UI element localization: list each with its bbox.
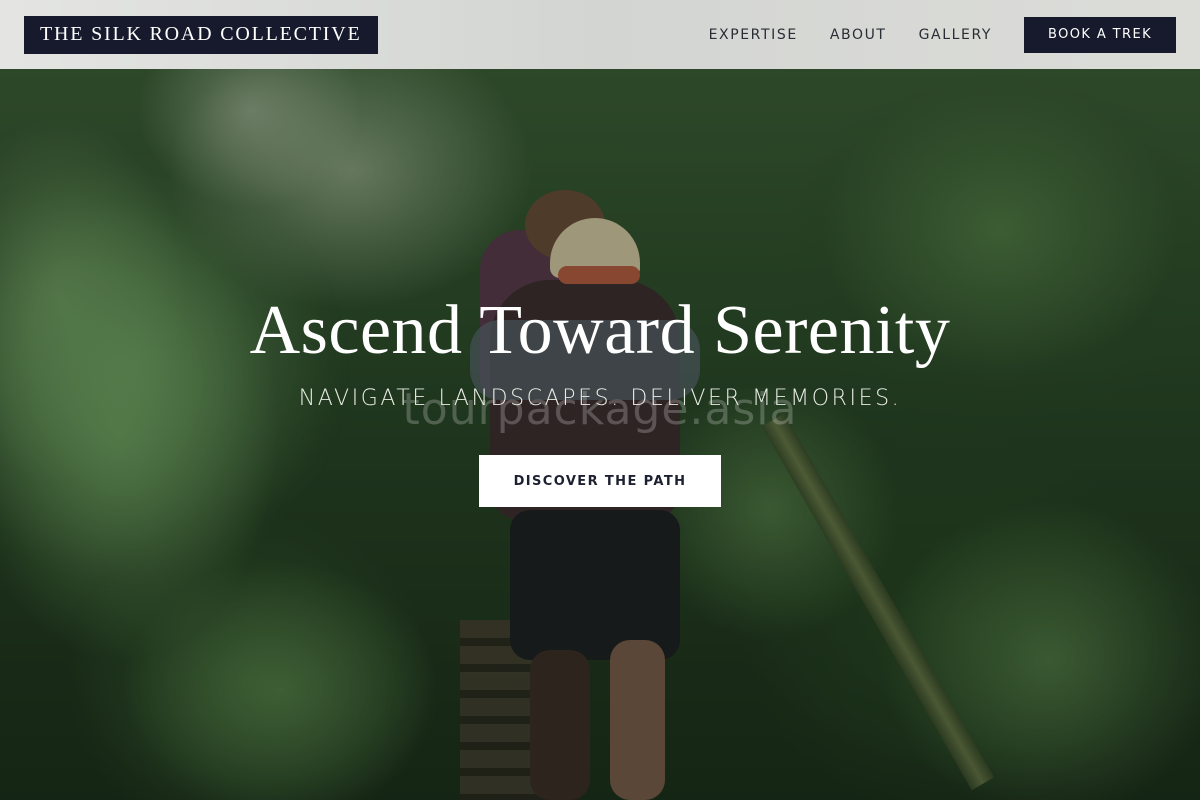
- main-nav: EXPERTISE ABOUT GALLERY BOOK A TREK: [709, 16, 1176, 53]
- site-logo[interactable]: THE SILK ROAD COLLECTIVE: [24, 15, 378, 54]
- nav-link-gallery[interactable]: GALLERY: [919, 27, 992, 43]
- hero-title: Ascend Toward Serenity: [249, 292, 951, 369]
- book-trek-button[interactable]: BOOK A TREK: [1024, 16, 1176, 53]
- discover-path-button[interactable]: DISCOVER THE PATH: [479, 455, 721, 507]
- nav-link-expertise[interactable]: EXPERTISE: [709, 27, 798, 43]
- hero-subtitle: NAVIGATE LANDSCAPES. DELIVER MEMORIES.: [298, 386, 902, 411]
- nav-link-about[interactable]: ABOUT: [830, 27, 887, 43]
- hero-section: Ascend Toward Serenity NAVIGATE LANDSCAP…: [0, 290, 1200, 507]
- site-header: THE SILK ROAD COLLECTIVE EXPERTISE ABOUT…: [0, 0, 1200, 69]
